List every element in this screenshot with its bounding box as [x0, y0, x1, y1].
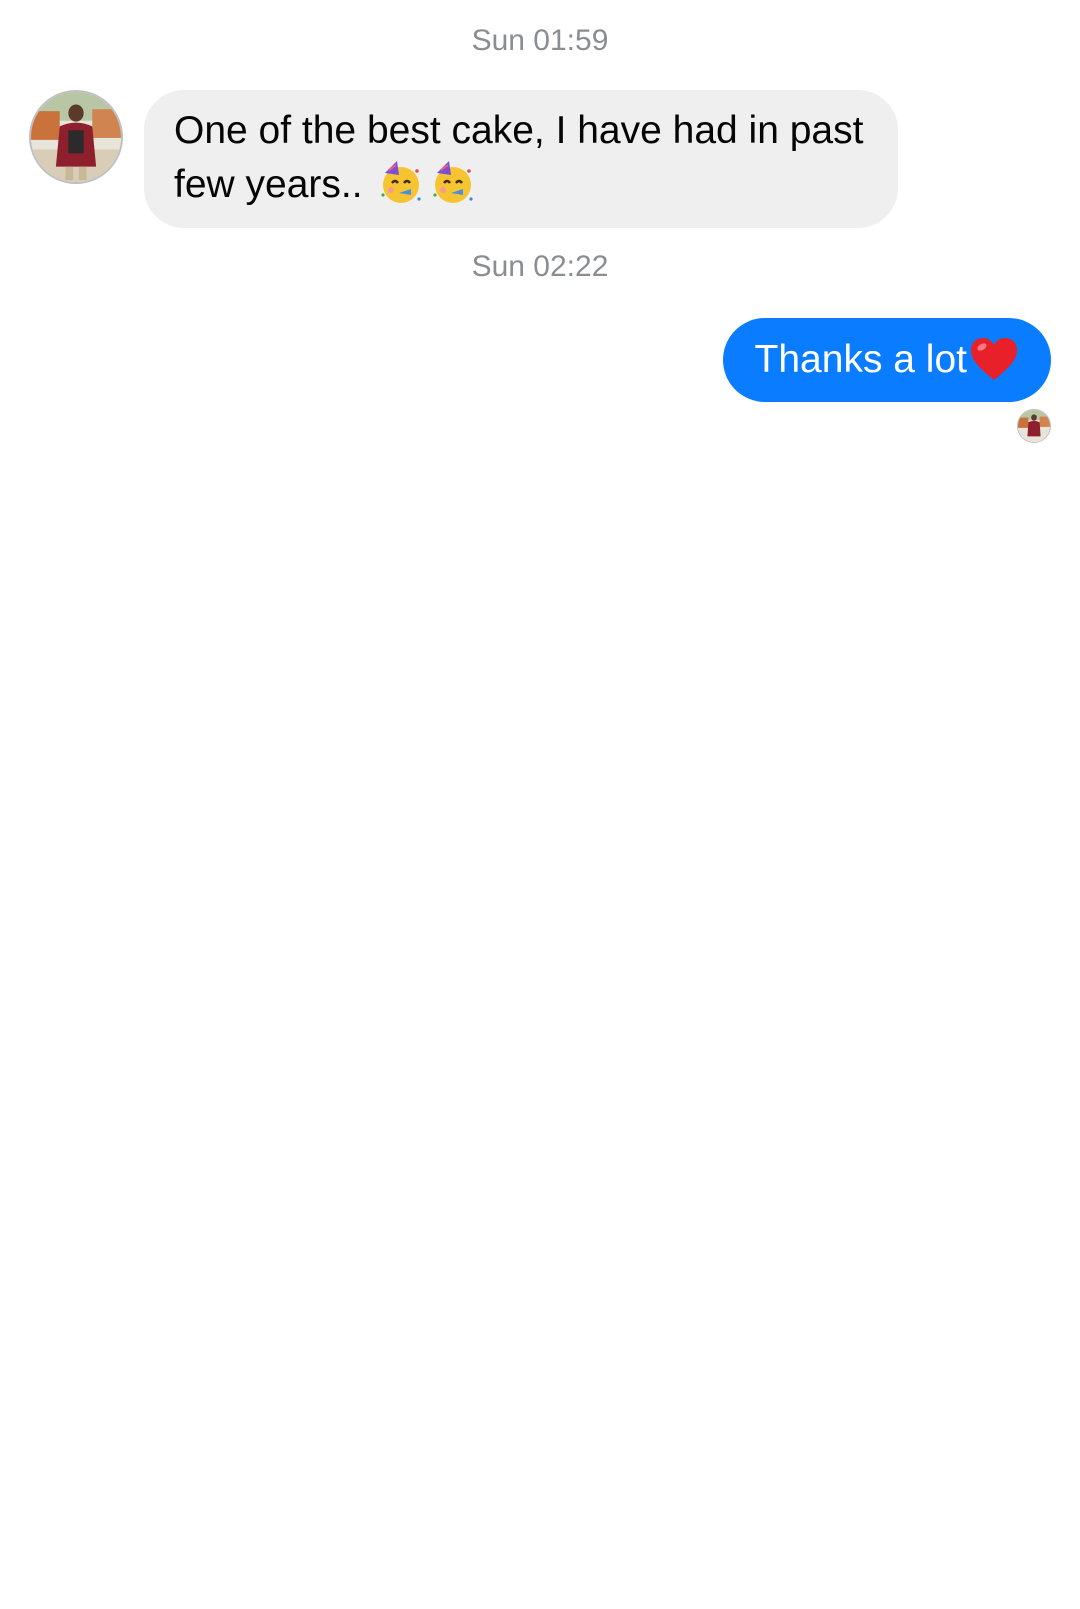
- contact-avatar[interactable]: [29, 90, 123, 184]
- partying-face-emoji-icon: [433, 161, 474, 203]
- avatar-photo: [31, 92, 121, 182]
- timestamp: Sun 01:59: [471, 24, 609, 57]
- message-text: One of the best cake, I have had in past…: [174, 109, 864, 206]
- partying-face-emoji-icon: [381, 161, 422, 203]
- read-receipt-avatar: [1017, 409, 1051, 443]
- outgoing-message-bubble[interactable]: Thanks a lot: [722, 318, 1051, 402]
- red-heart-emoji-icon: [971, 338, 1017, 380]
- message-text: Thanks a lot: [754, 338, 967, 381]
- avatar-photo: [1018, 410, 1050, 442]
- incoming-message-bubble[interactable]: One of the best cake, I have had in past…: [144, 90, 898, 228]
- timestamp: Sun 02:22: [471, 250, 609, 283]
